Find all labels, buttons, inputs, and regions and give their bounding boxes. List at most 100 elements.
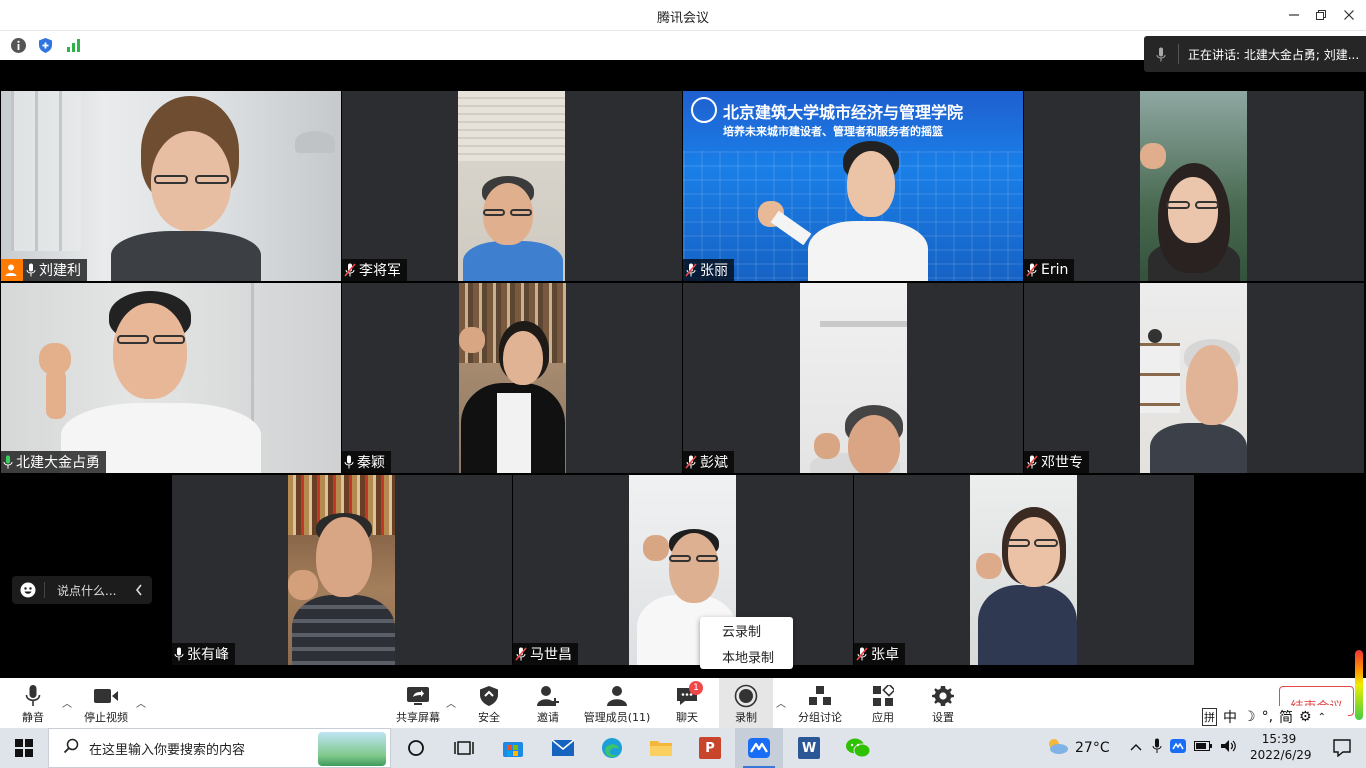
mail-app[interactable] xyxy=(539,728,587,768)
add-user-icon xyxy=(536,683,560,709)
invite-button[interactable]: 邀请 xyxy=(528,678,568,728)
video-tile[interactable]: 邓世专 xyxy=(1024,283,1364,473)
settings-button[interactable]: 设置 xyxy=(926,678,960,728)
ime-settings-icon[interactable]: ⚙ xyxy=(1299,709,1312,725)
video-tile[interactable]: 秦颖 xyxy=(342,283,682,473)
moon-icon[interactable]: ☽ xyxy=(1243,709,1256,725)
participant-video xyxy=(1140,283,1247,473)
mic-icon xyxy=(174,647,184,661)
participant-nametag: 北建大金占勇 xyxy=(1,451,106,473)
volume-icon[interactable] xyxy=(1220,739,1238,757)
windows-taskbar: 在这里输入你要搜索的内容 P W 27°C 15:39 2022/6/29 xyxy=(0,728,1366,768)
participant-nametag: 彭斌 xyxy=(683,451,734,473)
close-button[interactable] xyxy=(1337,4,1361,26)
manage-members-button[interactable]: 管理成员(11) xyxy=(580,678,654,728)
tencent-meeting-app[interactable] xyxy=(735,728,783,768)
info-icon[interactable] xyxy=(10,37,27,54)
chevron-up-icon[interactable]: ︿ xyxy=(136,695,146,710)
share-screen-icon xyxy=(406,683,430,709)
video-tile[interactable]: Erin xyxy=(1024,91,1364,281)
participant-video xyxy=(800,283,907,473)
word-app[interactable]: W xyxy=(785,728,833,768)
battery-icon[interactable] xyxy=(1193,740,1212,756)
signal-icon[interactable] xyxy=(65,37,82,54)
participant-name: 刘建利 xyxy=(39,263,81,279)
participant-name: 邓世专 xyxy=(1041,455,1083,471)
edge-app[interactable] xyxy=(588,728,636,768)
mic-icon xyxy=(3,455,13,469)
restore-button[interactable] xyxy=(1309,4,1333,26)
weather-icon[interactable] xyxy=(1045,737,1069,759)
file-explorer-app[interactable] xyxy=(637,728,685,768)
cloud-record-item[interactable]: 云录制 xyxy=(700,617,793,643)
video-tile[interactable]: 李将军 xyxy=(342,91,682,281)
video-tile[interactable]: 刘建利 xyxy=(1,91,341,281)
ime-punctuation[interactable]: °, xyxy=(1262,709,1273,725)
ime-simplified[interactable]: 简 xyxy=(1279,707,1293,727)
participant-video xyxy=(970,475,1077,665)
cortana-icon xyxy=(408,740,424,756)
video-tile-active-speaker[interactable]: 北建大金占勇 xyxy=(1,283,341,473)
task-view-button[interactable] xyxy=(440,728,488,768)
banner-logo-icon xyxy=(691,97,717,123)
ime-toolbar[interactable]: 拼 中 ☽ °, 简 ⚙ ⌃ xyxy=(1198,706,1348,728)
word-icon: W xyxy=(798,737,820,759)
video-tile[interactable]: 彭斌 xyxy=(683,283,1023,473)
store-app[interactable] xyxy=(489,728,537,768)
chevron-up-icon[interactable]: ︿ xyxy=(62,695,72,710)
wechat-app[interactable] xyxy=(834,728,882,768)
mute-button[interactable]: 静音 xyxy=(14,678,52,728)
chat-button[interactable]: 聊天 1 xyxy=(666,678,708,728)
shield-icon[interactable] xyxy=(37,37,54,54)
breakout-icon xyxy=(808,683,832,709)
chevron-up-icon[interactable]: ︿ xyxy=(446,695,456,710)
participant-nametag: 张卓 xyxy=(854,643,905,665)
notification-icon xyxy=(1333,739,1351,757)
weather-temperature[interactable]: 27°C xyxy=(1075,740,1110,756)
record-button[interactable]: 录制 xyxy=(719,678,773,728)
emoji-icon[interactable] xyxy=(12,582,44,598)
quick-chat-input[interactable]: 说点什么... xyxy=(12,576,152,604)
participant-video xyxy=(459,283,566,473)
ime-mode[interactable]: 拼 xyxy=(1202,708,1217,726)
participant-name: 张丽 xyxy=(700,263,728,279)
mic-icon xyxy=(344,455,354,469)
share-screen-button[interactable]: 共享屏幕 xyxy=(393,678,443,728)
video-tile[interactable]: 马世昌 xyxy=(513,475,853,665)
record-icon xyxy=(734,683,758,709)
tencent-meeting-tray-icon[interactable] xyxy=(1169,739,1186,757)
apps-grid-icon xyxy=(872,683,894,709)
local-record-item[interactable]: 本地录制 xyxy=(700,643,793,669)
microphone-icon xyxy=(25,683,41,709)
participant-nametag: 秦颖 xyxy=(342,451,391,473)
system-tray: 27°C xyxy=(1045,728,1238,768)
ime-more-icon[interactable]: ⌃ xyxy=(1318,712,1326,723)
participant-name: 张卓 xyxy=(871,647,899,663)
microphone-tray-icon[interactable] xyxy=(1152,738,1162,758)
start-button[interactable] xyxy=(0,728,48,768)
taskbar-clock[interactable]: 15:39 2022/6/29 xyxy=(1250,731,1312,763)
minimize-icon xyxy=(1289,14,1299,16)
participant-nametag: 李将军 xyxy=(342,259,407,281)
restore-icon xyxy=(1316,10,1326,20)
chevron-left-icon[interactable] xyxy=(134,582,144,601)
notification-center-button[interactable] xyxy=(1318,728,1366,768)
chevron-up-icon[interactable]: ︿ xyxy=(776,695,786,710)
mic-muted-icon xyxy=(685,263,697,277)
powerpoint-app[interactable]: P xyxy=(686,728,734,768)
video-tile[interactable]: 张有峰 xyxy=(172,475,512,665)
cortana-button[interactable] xyxy=(392,728,440,768)
apps-button[interactable]: 应用 xyxy=(866,678,900,728)
ime-language[interactable]: 中 xyxy=(1223,707,1237,727)
security-button[interactable]: 安全 xyxy=(470,678,508,728)
minimize-button[interactable] xyxy=(1282,4,1306,26)
participant-video xyxy=(1140,91,1247,281)
video-tile[interactable]: 张卓 xyxy=(854,475,1194,665)
speaking-text: 正在讲话: 北建大金占勇; 刘建... xyxy=(1188,47,1360,62)
chevron-up-icon[interactable] xyxy=(1130,741,1142,756)
breakout-rooms-button[interactable]: 分组讨论 xyxy=(795,678,845,728)
stop-video-button[interactable]: 停止视频 xyxy=(80,678,132,728)
record-menu: 云录制 本地录制 xyxy=(700,617,793,669)
taskbar-search[interactable]: 在这里输入你要搜索的内容 xyxy=(48,728,391,768)
video-tile[interactable]: 北京建筑大学城市经济与管理学院 培养未来城市建设者、管理者和服务者的摇篮 张丽 xyxy=(683,91,1023,281)
